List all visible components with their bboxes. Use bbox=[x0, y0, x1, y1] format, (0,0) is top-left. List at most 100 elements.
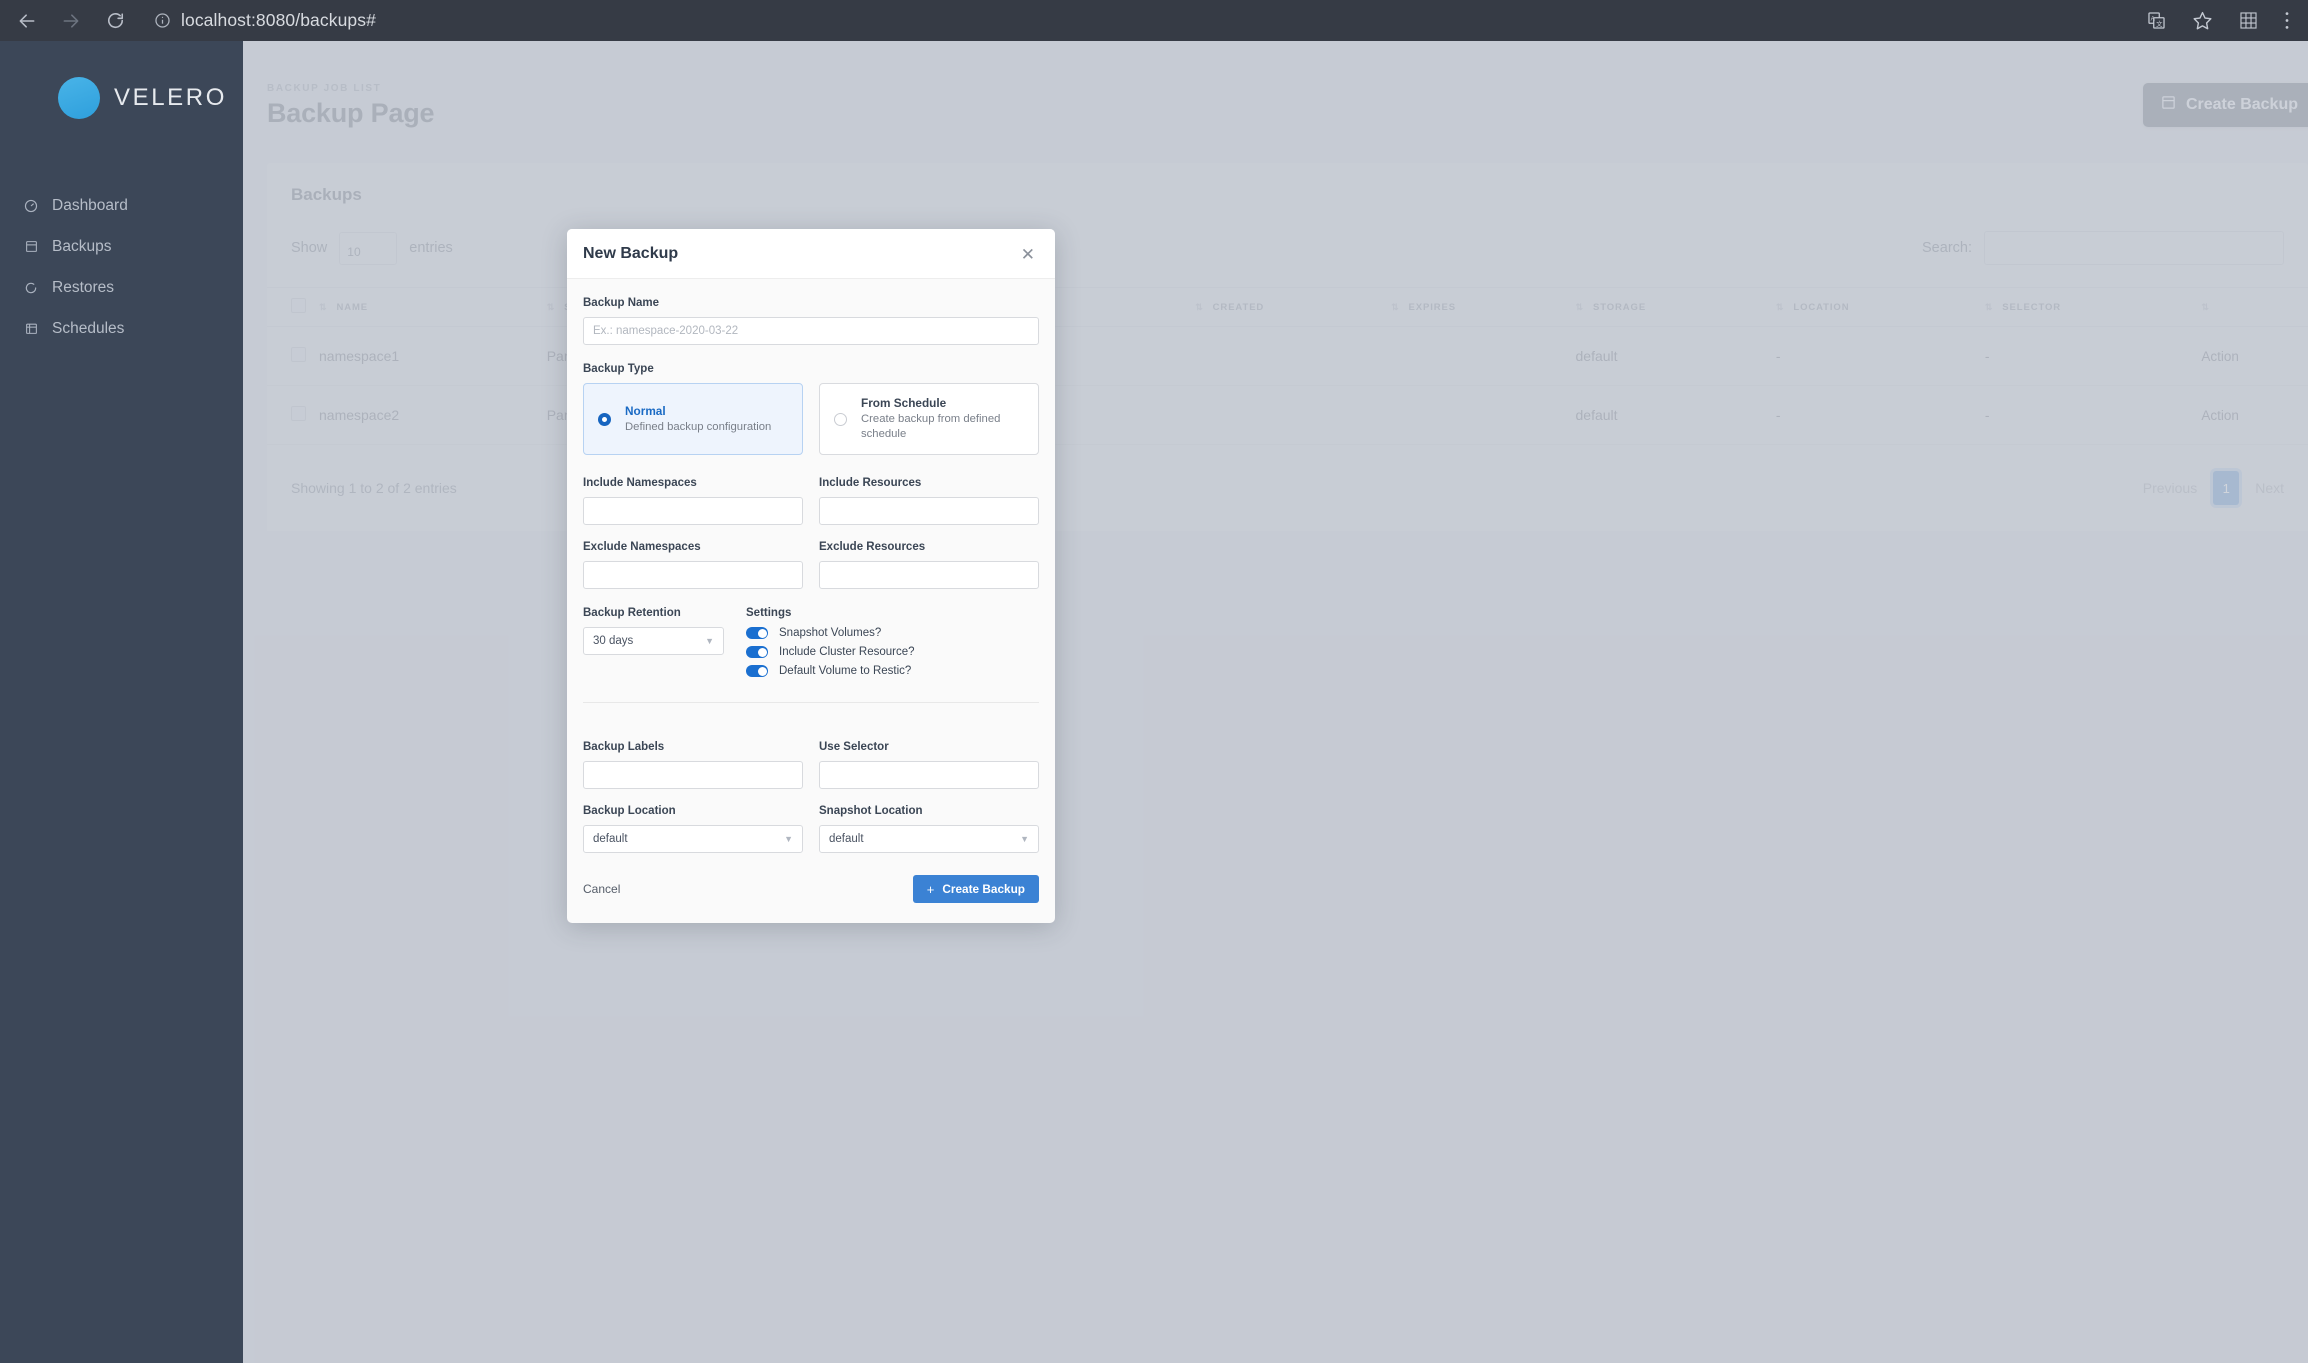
locations-row: Backup Location default ▼ Snapshot Locat… bbox=[583, 805, 1039, 854]
exclude-resources-input[interactable] bbox=[819, 561, 1039, 590]
sidebar-item-label: Restores bbox=[52, 278, 115, 296]
modal-footer: Cancel + Create Backup bbox=[567, 853, 1055, 923]
close-icon[interactable]: ✕ bbox=[1021, 246, 1035, 263]
backup-type-desc: Create backup from defined schedule bbox=[861, 412, 1001, 441]
includes-section: Include Namespaces Include Resources Exc… bbox=[567, 459, 1055, 590]
include-resources-input[interactable] bbox=[819, 497, 1039, 526]
exclude-namespaces-input[interactable] bbox=[583, 561, 803, 590]
exclude-namespaces-field: Exclude Namespaces bbox=[583, 541, 803, 590]
brand-name: VELERO bbox=[114, 84, 227, 111]
use-selector-label: Use Selector bbox=[819, 741, 889, 754]
radio-normal[interactable] bbox=[598, 412, 611, 426]
toggle-label: Include Cluster Resource? bbox=[779, 646, 915, 659]
snapshot-location-select[interactable]: default ▼ bbox=[819, 825, 1039, 854]
chevron-down-icon: ▼ bbox=[784, 834, 793, 845]
include-resources-label: Include Resources bbox=[819, 477, 922, 490]
sidebar-item-schedules[interactable]: Schedules bbox=[0, 308, 243, 349]
exclude-resources-label: Exclude Resources bbox=[819, 541, 926, 554]
grid-icon[interactable] bbox=[2239, 11, 2258, 30]
plus-icon: + bbox=[926, 881, 935, 897]
info-circle-icon bbox=[154, 12, 171, 29]
backup-labels-field: Backup Labels bbox=[583, 741, 803, 790]
backup-type-option-normal[interactable]: Normal Defined backup configuration bbox=[583, 383, 803, 456]
star-icon[interactable] bbox=[2192, 10, 2213, 31]
backup-labels-label: Backup Labels bbox=[583, 741, 665, 754]
sidebar-item-restores[interactable]: Restores bbox=[0, 267, 243, 308]
backup-location-label: Backup Location bbox=[583, 805, 676, 818]
snapshot-location-value: default bbox=[829, 833, 864, 846]
app-shell: VELERO Dashboard Backups Restores Schedu bbox=[0, 41, 2308, 1363]
backup-name-section: Backup Name bbox=[567, 279, 1055, 345]
retention-settings-section: Backup Retention 30 days ▼ Settings Snap… bbox=[567, 589, 1055, 723]
toggle-switch[interactable] bbox=[746, 646, 768, 659]
chevron-down-icon: ▼ bbox=[705, 636, 714, 647]
new-backup-modal: New Backup ✕ Backup Name Backup Type Nor… bbox=[567, 229, 1055, 924]
sidebar-item-dashboard[interactable]: Dashboard bbox=[0, 185, 243, 226]
toggle-label: Snapshot Volumes? bbox=[779, 627, 882, 640]
modal-header: New Backup ✕ bbox=[567, 229, 1055, 279]
backup-retention-label: Backup Retention bbox=[583, 607, 681, 620]
backup-retention-value: 30 days bbox=[593, 635, 634, 648]
labels-selector-section: Backup Labels Use Selector Backup Locati… bbox=[567, 723, 1055, 854]
include-row: Include Namespaces Include Resources bbox=[583, 477, 1039, 526]
back-icon[interactable] bbox=[14, 8, 40, 34]
settings-field: Settings Snapshot Volumes? Include Clust… bbox=[746, 607, 1039, 684]
sidebar-item-label: Schedules bbox=[52, 319, 125, 337]
forward-icon[interactable] bbox=[58, 8, 84, 34]
backup-retention-select[interactable]: 30 days ▼ bbox=[583, 627, 724, 656]
archive-icon bbox=[22, 238, 40, 256]
restore-icon bbox=[22, 279, 40, 297]
brand-logo-group: VELERO bbox=[0, 77, 243, 119]
backup-type-name: Normal bbox=[625, 403, 666, 418]
retention-row: Backup Retention 30 days ▼ Settings Snap… bbox=[583, 607, 1039, 684]
velero-logo-icon bbox=[58, 77, 100, 119]
modal-overlay[interactable] bbox=[243, 41, 2308, 1363]
backup-type-desc: Defined backup configuration bbox=[625, 420, 772, 433]
backup-type-options: Normal Defined backup configuration From… bbox=[583, 383, 1039, 456]
menu-icon[interactable] bbox=[2284, 11, 2290, 30]
backup-location-select[interactable]: default ▼ bbox=[583, 825, 803, 854]
svg-text:文: 文 bbox=[2156, 19, 2163, 28]
include-namespaces-input[interactable] bbox=[583, 497, 803, 526]
backup-type-text: From Schedule Create backup from defined… bbox=[861, 396, 1024, 442]
toggle-switch[interactable] bbox=[746, 665, 768, 678]
url-text: localhost:8080/backups# bbox=[181, 10, 376, 30]
browser-actions: A文 bbox=[2147, 10, 2294, 31]
backup-type-section: Backup Type Normal Defined backup config… bbox=[567, 345, 1055, 456]
backup-labels-input[interactable] bbox=[583, 761, 803, 790]
translate-icon[interactable]: A文 bbox=[2147, 11, 2166, 30]
toggle-switch[interactable] bbox=[746, 627, 768, 640]
chevron-down-icon: ▼ bbox=[1020, 834, 1029, 845]
use-selector-field: Use Selector bbox=[819, 741, 1039, 790]
toggle-label: Default Volume to Restic? bbox=[779, 665, 912, 678]
toggle-snapshot-volumes[interactable]: Snapshot Volumes? bbox=[746, 627, 1039, 640]
backup-type-label: Backup Type bbox=[583, 363, 654, 375]
modal-title: New Backup bbox=[583, 245, 679, 262]
create-backup-label: Create Backup bbox=[942, 882, 1025, 897]
settings-label: Settings bbox=[746, 607, 792, 620]
backup-type-text: Normal Defined backup configuration bbox=[625, 404, 771, 435]
use-selector-input[interactable] bbox=[819, 761, 1039, 790]
include-resources-field: Include Resources bbox=[819, 477, 1039, 526]
dashboard-icon bbox=[22, 197, 40, 215]
section-divider bbox=[583, 702, 1039, 704]
toggle-default-volume-to-restic[interactable]: Default Volume to Restic? bbox=[746, 665, 1039, 678]
backup-type-option-from-schedule[interactable]: From Schedule Create backup from defined… bbox=[819, 383, 1039, 456]
cancel-button[interactable]: Cancel bbox=[583, 882, 620, 896]
backup-location-field: Backup Location default ▼ bbox=[583, 805, 803, 854]
backup-name-input[interactable] bbox=[583, 317, 1039, 345]
reload-icon[interactable] bbox=[102, 8, 128, 34]
address-bar[interactable]: localhost:8080/backups# bbox=[154, 10, 2129, 31]
create-backup-button[interactable]: + Create Backup bbox=[912, 875, 1039, 904]
sidebar-item-backups[interactable]: Backups bbox=[0, 226, 243, 267]
main-content: BACKUP JOB LIST Backup Page Create Backu… bbox=[243, 41, 2308, 1363]
labels-row: Backup Labels Use Selector bbox=[583, 741, 1039, 790]
sidebar: VELERO Dashboard Backups Restores Schedu bbox=[0, 41, 243, 1363]
sidebar-item-label: Dashboard bbox=[52, 196, 128, 214]
toggle-include-cluster-resource[interactable]: Include Cluster Resource? bbox=[746, 646, 1039, 659]
include-namespaces-label: Include Namespaces bbox=[583, 477, 697, 490]
exclude-row: Exclude Namespaces Exclude Resources bbox=[583, 541, 1039, 590]
browser-toolbar: localhost:8080/backups# A文 bbox=[0, 0, 2308, 41]
exclude-namespaces-label: Exclude Namespaces bbox=[583, 541, 701, 554]
radio-from-schedule[interactable] bbox=[834, 412, 847, 426]
